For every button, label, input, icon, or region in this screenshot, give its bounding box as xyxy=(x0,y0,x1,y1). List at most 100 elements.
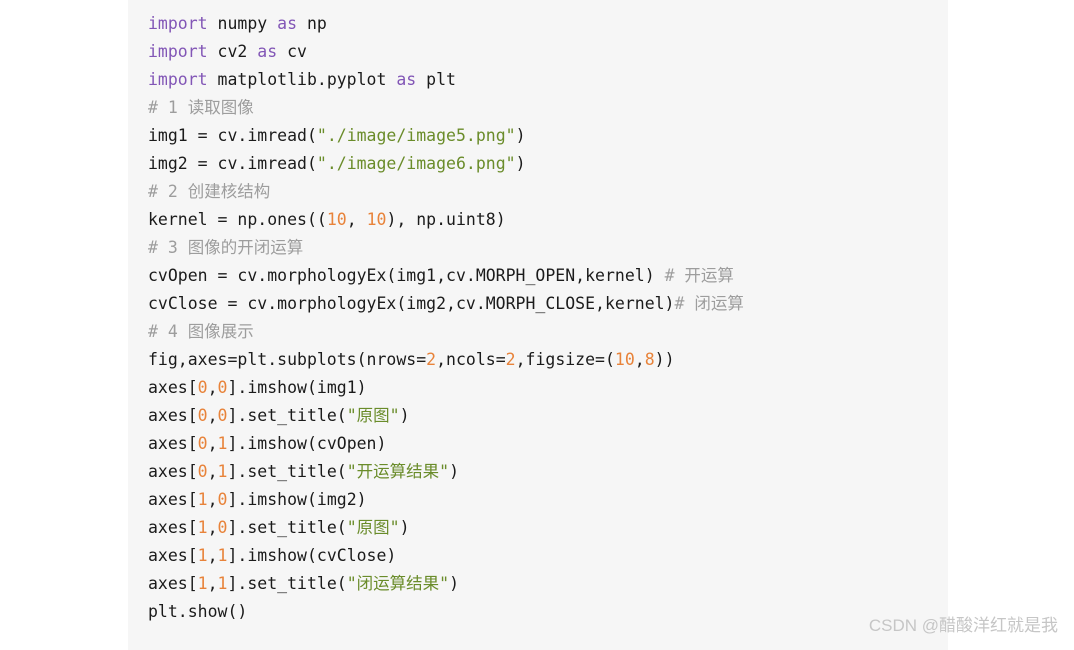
code-token-plain: )) xyxy=(654,350,675,369)
code-token-str: "原图" xyxy=(346,518,400,537)
code-token-plain: ].set_title( xyxy=(227,462,347,481)
code-token-plain: axes[ xyxy=(148,434,198,453)
code-block[interactable]: import numpy as np import cv2 as cv import… xyxy=(128,0,948,650)
code-token-plain: , xyxy=(207,518,218,537)
code-token-plain: fig,axes=plt.subplots(nrows= xyxy=(148,350,427,369)
code-token-plain: ,figsize=( xyxy=(515,350,615,369)
code-token-kw: as xyxy=(396,70,417,89)
code-token-cmt: # 开运算 xyxy=(664,266,734,285)
code-token-plain: ,ncols= xyxy=(436,350,506,369)
code-token-num: 0 xyxy=(217,518,228,537)
code-token-cmt: # 2 创建核结构 xyxy=(148,182,271,201)
code-token-num: 1 xyxy=(197,518,208,537)
code-line: cvClose = cv.morphologyEx(img2,cv.MORPH_… xyxy=(148,290,948,318)
code-token-plain: img2 = cv.imread( xyxy=(148,154,317,173)
code-token-plain: kernel = np.ones(( xyxy=(148,210,327,229)
code-token-plain: , xyxy=(207,378,218,397)
code-token-plain: axes[ xyxy=(148,518,198,537)
code-token-plain: numpy xyxy=(207,14,278,33)
page-root: import numpy as np import cv2 as cv import… xyxy=(0,0,1074,650)
code-token-plain: img1 = cv.imread( xyxy=(148,126,317,145)
code-token-num: 1 xyxy=(217,462,228,481)
code-line: axes[1,0].imshow(img2) xyxy=(148,486,948,514)
code-token-plain: ].set_title( xyxy=(227,406,347,425)
code-token-num: 1 xyxy=(217,434,228,453)
code-token-str: "开运算结果" xyxy=(346,462,450,481)
code-token-plain: , xyxy=(207,406,218,425)
code-line: img1 = cv.imread("./image/image5.png") xyxy=(148,122,948,150)
code-token-plain: ) xyxy=(449,462,460,481)
code-token-num: 1 xyxy=(217,546,228,565)
code-token-num: 0 xyxy=(197,462,208,481)
code-token-num: 0 xyxy=(217,378,228,397)
code-token-plain: ) xyxy=(449,574,460,593)
code-token-plain: ].imshow(cvOpen) xyxy=(227,434,387,453)
code-token-kw: import xyxy=(148,70,208,89)
code-line: import numpy as np xyxy=(148,10,948,38)
code-token-plain: ) xyxy=(399,406,410,425)
code-token-num: 0 xyxy=(217,490,228,509)
code-line: import matplotlib.pyplot as plt xyxy=(148,66,948,94)
code-token-plain: , xyxy=(207,434,218,453)
code-token-num: 0 xyxy=(197,434,208,453)
code-token-plain: plt xyxy=(416,70,456,89)
code-line: # 3 图像的开闭运算 xyxy=(148,234,948,262)
code-token-plain: cv2 xyxy=(207,42,258,61)
code-line: plt.show() xyxy=(148,598,948,626)
code-token-plain: ].imshow(cvClose) xyxy=(227,546,397,565)
code-line: # 4 图像展示 xyxy=(148,318,948,346)
code-line: axes[0,0].set_title("原图") xyxy=(148,402,948,430)
code-token-num: 1 xyxy=(217,574,228,593)
code-token-plain: axes[ xyxy=(148,490,198,509)
code-token-cmt: # 4 图像展示 xyxy=(148,322,254,341)
code-token-plain: axes[ xyxy=(148,462,198,481)
code-token-plain: , xyxy=(207,490,218,509)
code-token-kw: as xyxy=(257,42,278,61)
code-token-plain: , xyxy=(634,350,645,369)
code-token-plain: cvClose = cv.morphologyEx(img2,cv.MORPH_… xyxy=(148,294,675,313)
code-line-list: import numpy as np import cv2 as cv import… xyxy=(148,10,948,626)
code-line: axes[1,1].imshow(cvClose) xyxy=(148,542,948,570)
code-token-plain: ].set_title( xyxy=(227,518,347,537)
code-token-plain: ) xyxy=(515,154,526,173)
code-token-num: 10 xyxy=(366,210,387,229)
code-token-num: 10 xyxy=(326,210,347,229)
code-line: kernel = np.ones((10, 10), np.uint8) xyxy=(148,206,948,234)
code-token-kw: import xyxy=(148,14,208,33)
code-token-num: 1 xyxy=(197,546,208,565)
code-token-plain: plt.show() xyxy=(148,602,248,621)
code-line: # 1 读取图像 xyxy=(148,94,948,122)
code-token-cmt: # 3 图像的开闭运算 xyxy=(148,238,304,257)
code-token-num: 2 xyxy=(426,350,437,369)
code-token-plain: , xyxy=(207,462,218,481)
code-line: axes[0,0].imshow(img1) xyxy=(148,374,948,402)
code-token-plain: cvOpen = cv.morphologyEx(img1,cv.MORPH_O… xyxy=(148,266,665,285)
code-token-plain: ), np.uint8) xyxy=(386,210,506,229)
code-token-plain: axes[ xyxy=(148,378,198,397)
code-token-plain: ].imshow(img2) xyxy=(227,490,367,509)
code-token-kw: as xyxy=(277,14,298,33)
code-token-cmt: # 闭运算 xyxy=(674,294,744,313)
code-token-plain: axes[ xyxy=(148,406,198,425)
code-line: img2 = cv.imread("./image/image6.png") xyxy=(148,150,948,178)
csdn-watermark: CSDN @醋酸洋红就是我 xyxy=(868,616,1058,635)
code-token-num: 1 xyxy=(197,490,208,509)
code-line: axes[0,1].set_title("开运算结果") xyxy=(148,458,948,486)
code-line: import cv2 as cv xyxy=(148,38,948,66)
code-token-plain: , xyxy=(207,546,218,565)
code-token-plain: axes[ xyxy=(148,574,198,593)
code-line: axes[1,0].set_title("原图") xyxy=(148,514,948,542)
code-token-num: 0 xyxy=(217,406,228,425)
code-line: # 2 创建核结构 xyxy=(148,178,948,206)
code-token-plain: , xyxy=(346,210,367,229)
code-token-plain: cv xyxy=(277,42,307,61)
code-token-num: 2 xyxy=(505,350,516,369)
code-token-num: 0 xyxy=(197,378,208,397)
code-token-str: "./image/image6.png" xyxy=(316,154,516,173)
code-token-plain: ) xyxy=(399,518,410,537)
code-token-str: "闭运算结果" xyxy=(346,574,450,593)
code-token-str: "./image/image5.png" xyxy=(316,126,516,145)
code-token-num: 1 xyxy=(197,574,208,593)
code-token-plain: ].set_title( xyxy=(227,574,347,593)
code-token-cmt: # 1 读取图像 xyxy=(148,98,254,117)
